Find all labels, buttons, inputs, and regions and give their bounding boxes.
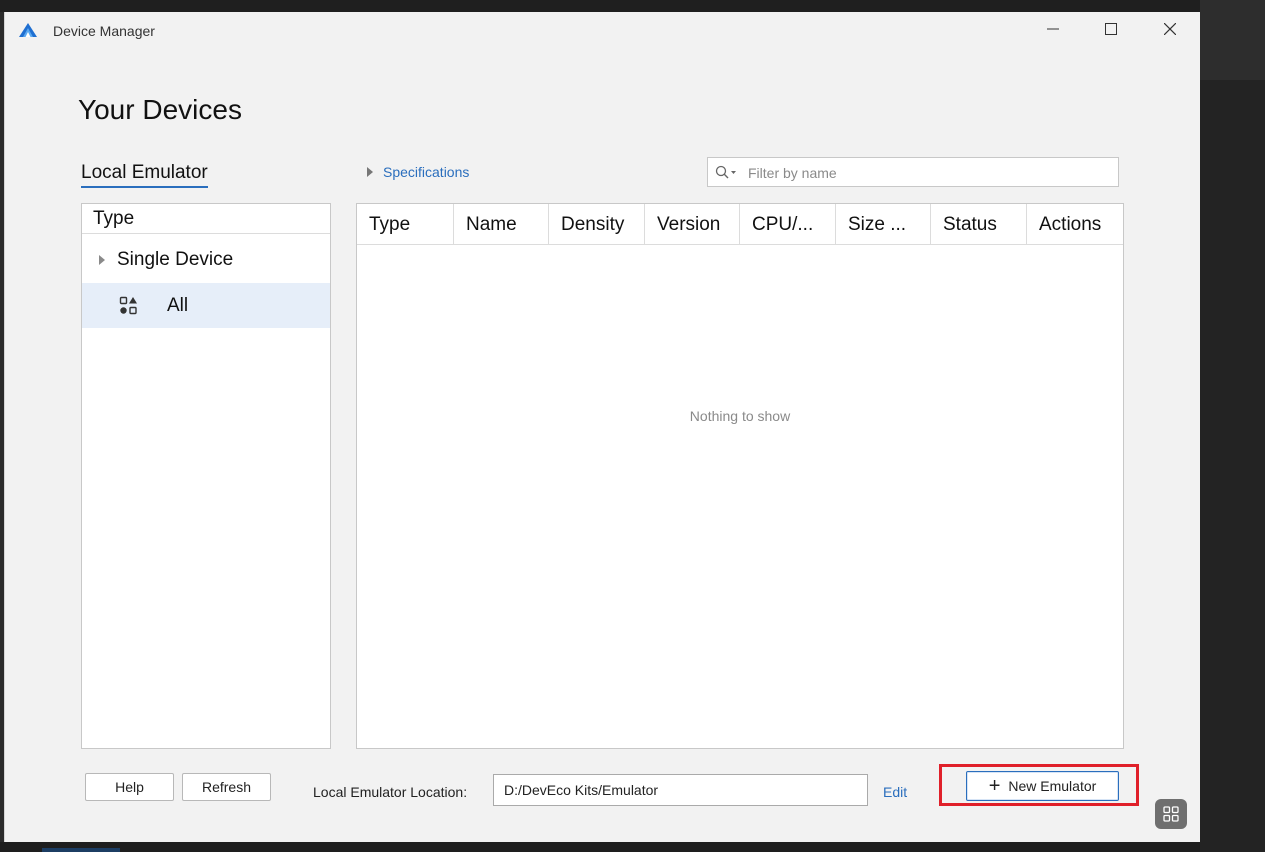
close-icon (1164, 23, 1176, 35)
empty-state-text: Nothing to show (689, 408, 791, 424)
new-emulator-label: New Emulator (1008, 778, 1097, 794)
column-header-cpu[interactable]: CPU/... (740, 204, 836, 244)
help-button[interactable]: Help (85, 773, 174, 801)
tree-item-label: All (167, 294, 189, 316)
background-tab (42, 848, 120, 852)
background-app-bottom (0, 842, 1200, 852)
page-title: Your Devices (78, 94, 242, 125)
background-app-right (1200, 0, 1265, 852)
tab-local-emulator[interactable]: Local Emulator (81, 162, 208, 188)
background-app-strip (0, 0, 1265, 12)
column-header-version[interactable]: Version (645, 204, 740, 244)
minimize-button[interactable] (1035, 18, 1071, 40)
plus-icon: + (988, 775, 1001, 797)
background-band (1200, 0, 1265, 80)
column-header-name[interactable]: Name (454, 204, 549, 244)
column-header-size[interactable]: Size ... (836, 204, 931, 244)
deveco-logo-icon (19, 23, 37, 37)
device-manager-window: Device Manager Your Devices Local Emulat… (4, 12, 1200, 842)
specifications-label: Specifications (383, 164, 470, 180)
maximize-button[interactable] (1093, 18, 1129, 40)
tree-item-single-device[interactable]: Single Device (82, 237, 330, 282)
new-emulator-button[interactable]: + New Emulator (966, 771, 1119, 801)
triangle-right-icon[interactable] (99, 254, 105, 265)
devices-table: Type Name Density Version CPU/... Size .… (356, 203, 1124, 749)
floating-grid-button[interactable] (1155, 799, 1187, 829)
filter-input[interactable] (746, 161, 1110, 185)
specifications-toggle[interactable]: Specifications (367, 164, 469, 180)
edit-location-link[interactable]: Edit (883, 784, 907, 800)
shapes-icon (119, 296, 137, 314)
triangle-right-icon (367, 167, 373, 177)
window-title: Device Manager (53, 23, 155, 39)
column-header-density[interactable]: Density (549, 204, 645, 244)
tree-item-label: Single Device (117, 248, 234, 270)
filter-box[interactable] (707, 157, 1119, 187)
maximize-icon (1105, 23, 1117, 35)
type-panel-header: Type (82, 204, 330, 234)
column-header-type[interactable]: Type (357, 204, 454, 244)
emulator-location-label: Local Emulator Location: (313, 784, 468, 800)
emulator-location-input[interactable] (493, 774, 868, 806)
refresh-button[interactable]: Refresh (182, 773, 271, 801)
column-header-actions[interactable]: Actions (1027, 204, 1123, 244)
tree-item-all[interactable]: All (82, 283, 330, 328)
column-header-status[interactable]: Status (931, 204, 1027, 244)
grid-icon (1163, 806, 1179, 822)
minimize-icon (1047, 28, 1059, 30)
table-header: Type Name Density Version CPU/... Size .… (357, 204, 1123, 245)
device-type-panel: Type Single Device All (81, 203, 331, 749)
close-button[interactable] (1152, 18, 1188, 40)
title-bar[interactable]: Device Manager (5, 12, 1200, 48)
search-icon (715, 165, 736, 179)
